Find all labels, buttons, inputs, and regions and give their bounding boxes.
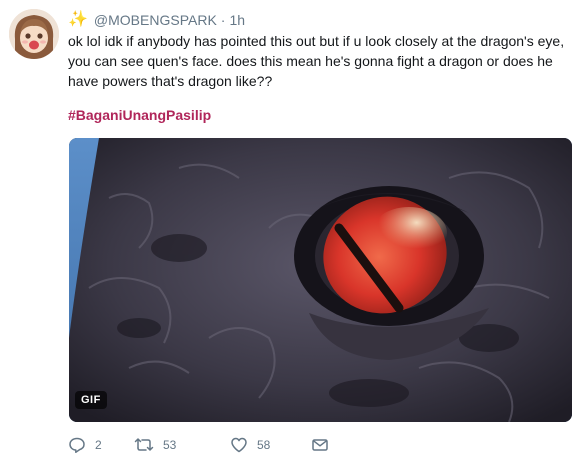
direct-message-button[interactable] <box>311 432 329 458</box>
author-handle[interactable]: @MOBENGSPARK <box>94 12 217 28</box>
header-separator: · <box>220 12 226 28</box>
like-icon <box>231 437 247 453</box>
gif-badge: GIF <box>75 391 107 409</box>
tweet-media-gif[interactable]: GIF <box>69 138 572 422</box>
tweet-header: ✨ @MOBENGSPARK · 1h <box>68 9 245 31</box>
tweet-timestamp[interactable]: 1h <box>229 12 245 28</box>
sparkles-icon: ✨ <box>68 11 88 28</box>
retweet-count: 53 <box>163 438 177 452</box>
retweet-icon <box>134 438 154 451</box>
direct-message-icon <box>312 439 328 451</box>
like-count: 58 <box>257 438 271 452</box>
avatar-image <box>9 9 59 59</box>
tweet-text: ok lol idk if anybody has pointed this o… <box>68 33 565 89</box>
like-button[interactable]: 58 <box>230 432 270 458</box>
reply-button[interactable]: 2 <box>68 432 102 458</box>
retweet-button[interactable]: 53 <box>134 432 176 458</box>
reply-icon <box>69 437 85 454</box>
reply-count: 2 <box>95 438 102 452</box>
avatar[interactable] <box>9 9 59 59</box>
dragon-eye-image <box>69 138 572 422</box>
hashtag-link[interactable]: #BaganiUnangPasilip <box>68 107 211 123</box>
tweet-actions: 2 53 58 <box>68 432 368 458</box>
